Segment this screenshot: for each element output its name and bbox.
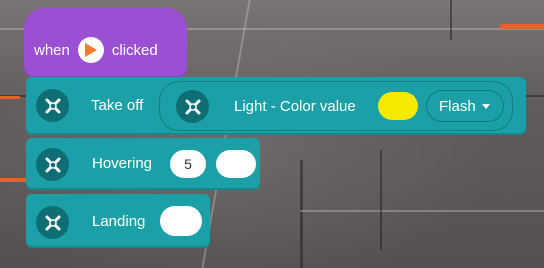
landing-block[interactable]: Landing <box>26 194 210 248</box>
play-icon <box>77 37 104 63</box>
hovering-block[interactable]: Hovering 5 <box>26 138 260 190</box>
mode-dropdown[interactable]: Flash <box>426 90 504 122</box>
light-color-label: Light - Color value <box>234 98 356 115</box>
hover-extra-input[interactable] <box>216 150 256 178</box>
takeoff-label: Take off <box>91 97 144 114</box>
clicked-label: clicked <box>111 41 158 59</box>
when-label: when <box>34 41 70 59</box>
landing-input[interactable] <box>160 206 202 236</box>
drone-icon <box>36 148 69 181</box>
landing-label: Landing <box>92 213 146 230</box>
color-swatch[interactable] <box>378 92 418 120</box>
drone-icon <box>36 89 69 122</box>
takeoff-block[interactable]: Take off Light - Color value Flash <box>26 77 526 135</box>
hovering-label: Hovering <box>92 155 153 172</box>
drone-icon <box>176 90 209 123</box>
chevron-down-icon <box>481 103 490 109</box>
when-clicked-hat-block[interactable]: when clicked <box>24 8 187 78</box>
light-color-reporter[interactable]: Light - Color value Flash <box>159 81 513 131</box>
drone-icon <box>36 206 69 239</box>
mode-dropdown-value: Flash <box>439 97 476 115</box>
hover-seconds-input[interactable]: 5 <box>170 150 206 178</box>
